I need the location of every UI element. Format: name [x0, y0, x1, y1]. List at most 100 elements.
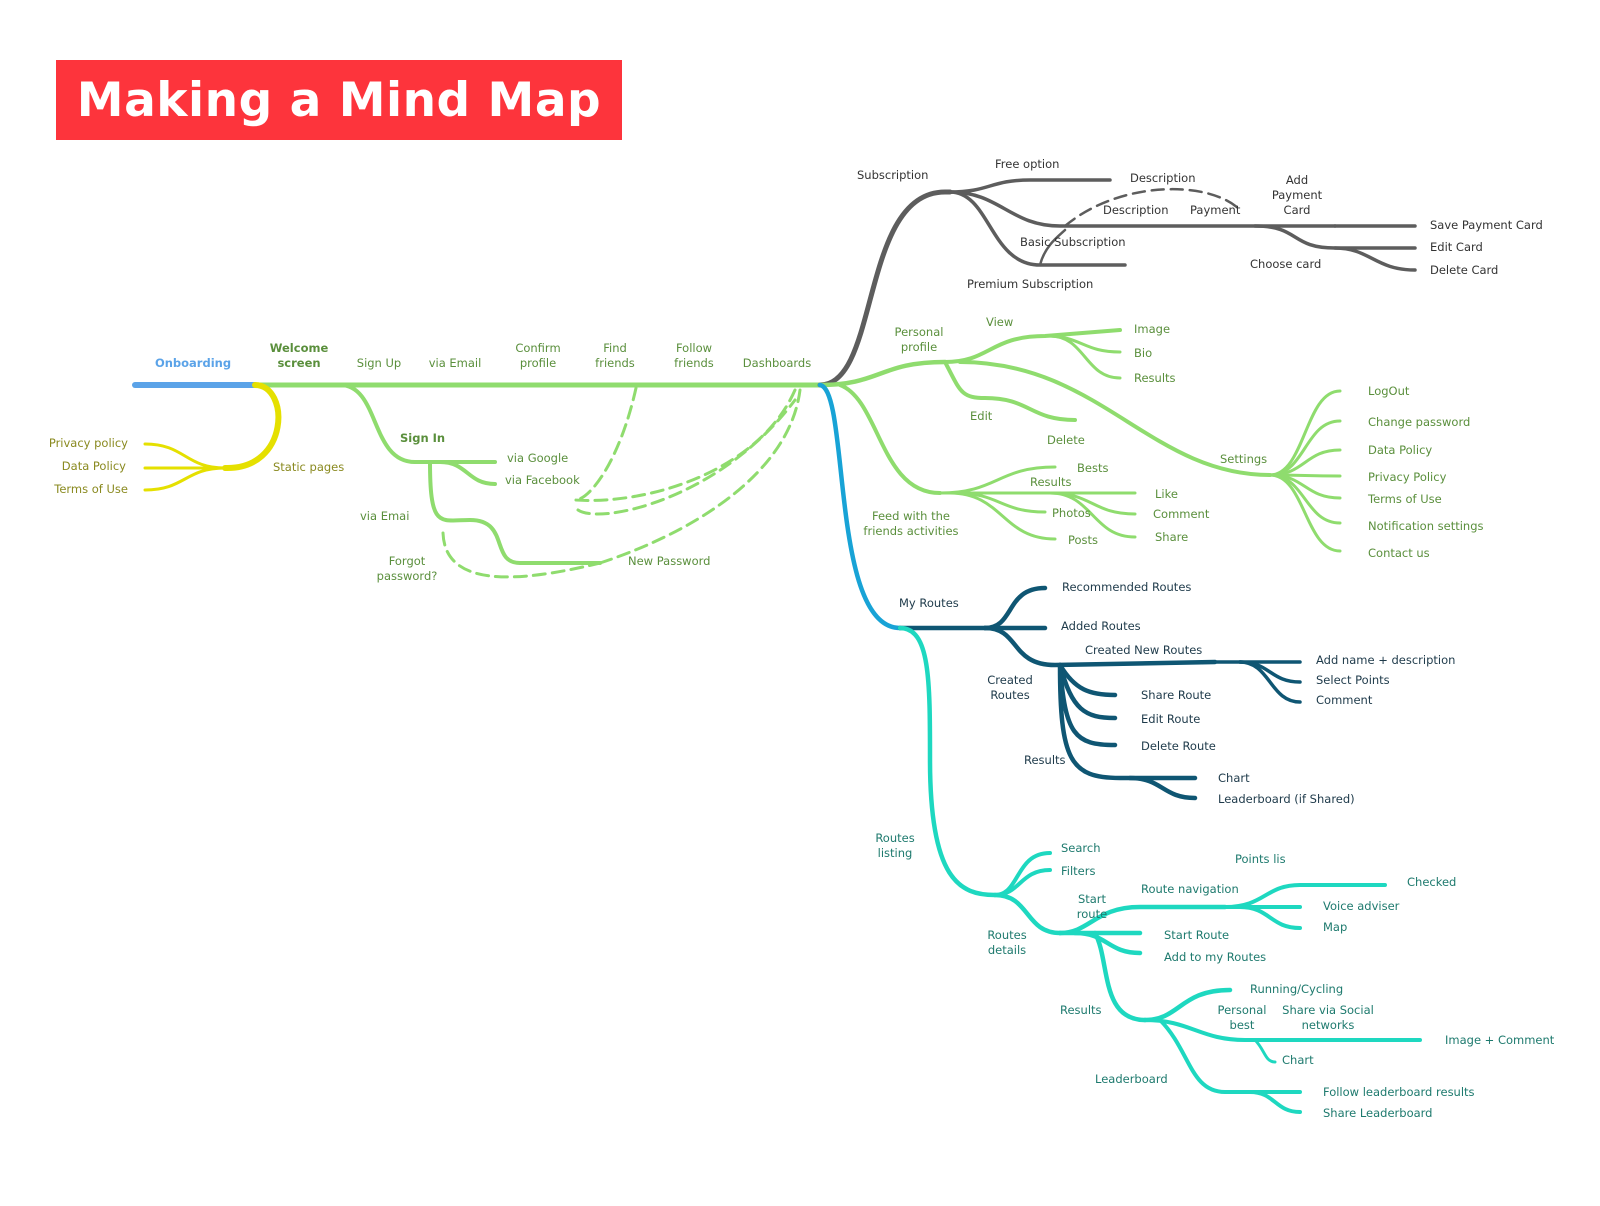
node-start-route-lbl: Start route	[1077, 892, 1107, 921]
node-line: Feed with the	[872, 509, 950, 523]
node-results-mr: Results	[1024, 753, 1066, 767]
node-like: Like	[1155, 487, 1178, 501]
node-line: friends activities	[863, 524, 958, 538]
node-add-name: Add name + description	[1316, 653, 1455, 667]
node-personal-best: Personal best	[1218, 1003, 1267, 1032]
node-terms: Terms of Use	[53, 482, 128, 496]
branch-map	[1238, 905, 1302, 930]
node-delete-card: Delete Card	[1430, 263, 1498, 277]
branch-free-option	[948, 178, 1112, 194]
node-confirm: Confirm profile	[515, 341, 560, 370]
node-line: Share via Social	[1282, 1003, 1374, 1017]
branch-chart-rl	[1253, 1038, 1277, 1064]
mind-map: Onboarding Welcome screen Sign Up via Email C…	[49, 157, 1555, 1120]
node-change-password: Change password	[1368, 415, 1470, 429]
branch-my-routes	[817, 382, 903, 631]
node-created-routes: Created Routes	[987, 673, 1033, 702]
branch-sign-in	[338, 383, 417, 464]
node-line: Find	[603, 341, 627, 355]
node-line: Personal	[895, 325, 944, 339]
node-save-card: Save Payment Card	[1430, 218, 1543, 232]
node-comment-feed: Comment	[1153, 507, 1210, 521]
branch-add-to-my	[1072, 930, 1143, 956]
node-via-facebook: via Facebook	[505, 473, 580, 487]
node-line: route	[1077, 907, 1107, 921]
branch-leaderboard-shared	[1127, 775, 1198, 801]
node-routes-listing: Routes listing	[875, 831, 914, 860]
node-photos: Photos	[1052, 506, 1091, 520]
node-created-new: Created New Routes	[1085, 643, 1202, 657]
node-line: Routes	[875, 831, 914, 845]
branch-choose-card	[1253, 224, 1417, 250]
node-privacy-policy: Privacy policy	[49, 436, 128, 450]
node-line: listing	[878, 846, 913, 860]
node-line: Personal	[1218, 1003, 1267, 1017]
node-line: Start	[1078, 892, 1107, 906]
node-line: friends	[595, 356, 635, 370]
node-follow: Follow friends	[674, 341, 714, 370]
node-points-lis: Points lis	[1235, 852, 1286, 866]
node-running: Running/Cycling	[1250, 982, 1343, 996]
node-personal-profile: Personal profile	[895, 325, 944, 354]
node-chart-rl: Chart	[1282, 1053, 1314, 1067]
node-edit-route: Edit Route	[1141, 712, 1200, 726]
node-via-google: via Google	[507, 451, 568, 465]
node-select-points: Select Points	[1316, 673, 1390, 687]
branch-share-lb	[1248, 1090, 1302, 1114]
node-line: best	[1230, 1018, 1255, 1032]
node-add-to-my: Add to my Routes	[1164, 950, 1266, 964]
node-welcome: Welcome screen	[270, 341, 329, 370]
node-find: Find friends	[595, 341, 635, 370]
node-share-social: Share via Social networks	[1282, 1003, 1374, 1032]
node-feed: Feed with the friends activities	[863, 509, 958, 538]
node-bests: Bests	[1077, 461, 1108, 475]
node-terms-s: Terms of Use	[1367, 492, 1442, 506]
branch-forgot	[441, 531, 602, 579]
node-line: Card	[1284, 203, 1311, 217]
node-contact: Contact us	[1368, 546, 1430, 560]
node-sign-up: Sign Up	[357, 356, 401, 370]
branch-recommended	[982, 585, 1048, 631]
node-image: Image	[1134, 322, 1170, 336]
node-premium-sub: Premium Subscription	[967, 277, 1093, 291]
node-follow-lb: Follow leaderboard results	[1323, 1085, 1475, 1099]
node-line: profile	[520, 356, 556, 370]
node-share-lb: Share Leaderboard	[1323, 1106, 1432, 1120]
branch-edit	[943, 360, 1077, 422]
branch-results-pp	[1048, 334, 1122, 380]
node-posts: Posts	[1068, 533, 1098, 547]
branch-bio	[1043, 334, 1122, 354]
node-payment: Payment	[1190, 203, 1241, 217]
node-onboarding: Onboarding	[155, 356, 231, 370]
node-line: profile	[901, 340, 937, 354]
node-via-emai: via Emai	[360, 509, 409, 523]
node-forgot: Forgot password?	[377, 554, 438, 583]
node-line: Add	[1286, 173, 1308, 187]
node-via-email: via Email	[429, 356, 482, 370]
branch-static-pages	[222, 382, 282, 472]
node-share-feed: Share	[1155, 530, 1188, 544]
node-line: Follow	[676, 341, 712, 355]
node-line: Confirm	[515, 341, 560, 355]
node-sign-in: Sign In	[400, 431, 445, 445]
node-map: Map	[1323, 920, 1347, 934]
node-logout: LogOut	[1368, 384, 1410, 398]
node-edit-card: Edit Card	[1430, 240, 1483, 254]
node-settings: Settings	[1220, 452, 1267, 466]
node-subscription: Subscription	[857, 168, 928, 182]
node-line: password?	[377, 569, 438, 583]
node-add-payment: Add Payment Card	[1272, 173, 1323, 217]
node-line: Created	[987, 673, 1033, 687]
branch-search	[993, 851, 1052, 897]
node-my-routes: My Routes	[899, 596, 959, 610]
node-static-pages: Static pages	[273, 460, 344, 474]
node-data-policy-s: Data Policy	[1368, 443, 1432, 457]
node-line: friends	[674, 356, 714, 370]
node-line: Routes	[990, 688, 1029, 702]
node-description2: Description	[1103, 203, 1169, 217]
branch-results-rl	[1092, 930, 1148, 1023]
branch-find-dash2	[576, 398, 797, 516]
node-free-option: Free option	[995, 157, 1059, 171]
node-view: View	[986, 315, 1013, 329]
node-search: Search	[1061, 841, 1101, 855]
